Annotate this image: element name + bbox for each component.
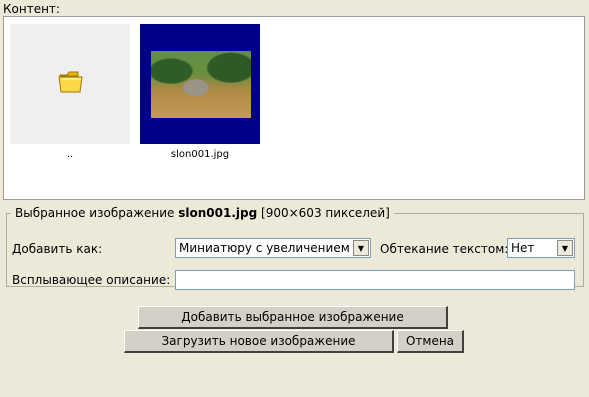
wrap-label: Обтекание текстом: xyxy=(380,242,509,256)
upload-new-image-button[interactable]: Загрузить новое изображение xyxy=(124,330,394,353)
image-gallery: .. slon001.jpg xyxy=(3,16,585,200)
selected-file-name: slon001.jpg xyxy=(178,206,258,220)
legend-prefix: Выбранное изображение xyxy=(15,206,175,220)
cancel-button[interactable]: Отмена xyxy=(397,330,464,353)
image-dimensions: [900×603 пикселей] xyxy=(261,206,390,220)
tooltip-input[interactable] xyxy=(175,270,575,290)
add-as-select[interactable]: Миниатюру с увеличением ▼ xyxy=(175,238,371,258)
add-as-label: Добавить как: xyxy=(12,242,103,256)
add-selected-image-button[interactable]: Добавить выбранное изображение xyxy=(138,306,448,329)
tooltip-label: Всплывающее описание: xyxy=(12,273,171,287)
folder-icon xyxy=(58,71,83,93)
wrap-select[interactable]: Нет ▼ xyxy=(507,238,575,258)
wrap-value: Нет xyxy=(511,241,535,255)
gallery-item-caption: .. xyxy=(66,149,74,160)
gallery-item-image[interactable]: slon001.jpg xyxy=(140,24,260,160)
image-thumbnail-selected[interactable] xyxy=(140,24,260,144)
selected-image-legend: Выбранное изображение slon001.jpg [900×6… xyxy=(11,206,394,220)
elephant-photo xyxy=(151,51,251,118)
gallery-item-caption: slon001.jpg xyxy=(170,149,230,160)
chevron-down-icon[interactable]: ▼ xyxy=(353,240,369,256)
add-as-value: Миниатюру с увеличением xyxy=(179,241,350,255)
gallery-item-parent-folder[interactable]: .. xyxy=(10,24,130,160)
selected-image-panel: Выбранное изображение slon001.jpg [900×6… xyxy=(6,206,584,290)
folder-thumbnail[interactable] xyxy=(10,24,130,144)
chevron-down-icon[interactable]: ▼ xyxy=(557,240,573,256)
content-label: Контент: xyxy=(3,2,60,16)
